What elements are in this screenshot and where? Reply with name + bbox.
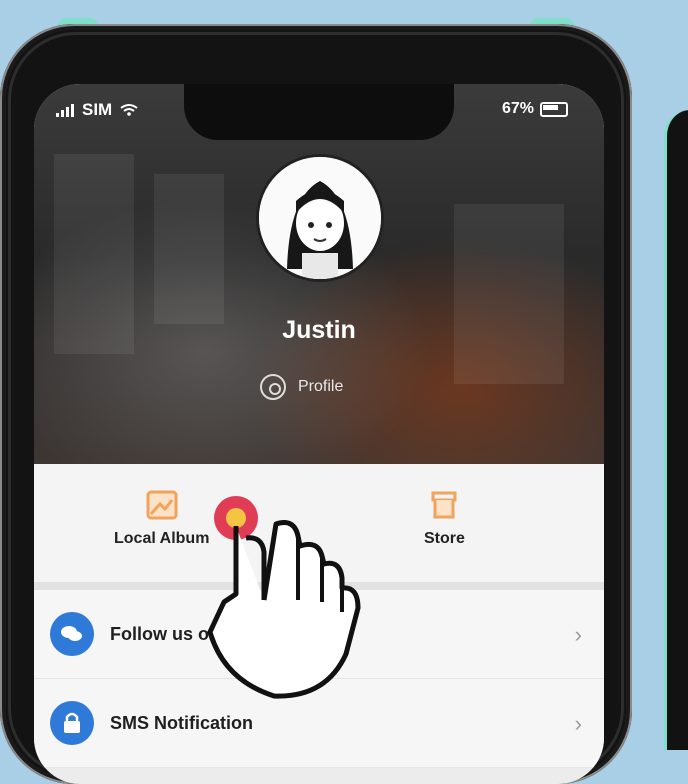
image-icon <box>146 490 178 520</box>
signal-icon <box>56 103 74 117</box>
avatar[interactable] <box>256 154 384 282</box>
camera-icon <box>260 374 286 400</box>
menu-item-label: SMS Notification <box>110 712 253 733</box>
status-left: SIM <box>56 100 138 120</box>
profile-link-label: Profile <box>298 378 344 395</box>
carrier-label: SIM <box>82 100 113 119</box>
second-phone-edge <box>664 110 688 750</box>
chat-icon <box>50 612 94 656</box>
store-button[interactable]: Store <box>424 488 465 548</box>
store-label: Store <box>424 530 465 547</box>
chevron-right-icon: › <box>574 711 582 736</box>
battery-percentage: 67% <box>501 100 534 117</box>
wifi-icon <box>120 104 138 116</box>
status-right: 67% <box>502 100 568 118</box>
avatar-illustration <box>259 157 381 279</box>
lock-icon <box>50 701 94 745</box>
background-shape <box>454 204 564 384</box>
battery-icon <box>540 101 568 117</box>
profile-link[interactable]: Profile <box>260 374 343 400</box>
chevron-right-icon: › <box>574 622 582 647</box>
background-shape <box>154 174 224 324</box>
notch <box>184 84 454 140</box>
username: Justin <box>282 316 356 344</box>
store-icon <box>431 491 457 519</box>
pointer-hand-icon <box>207 496 361 699</box>
profile-header: SIM 67% Justin Profile <box>34 84 604 464</box>
